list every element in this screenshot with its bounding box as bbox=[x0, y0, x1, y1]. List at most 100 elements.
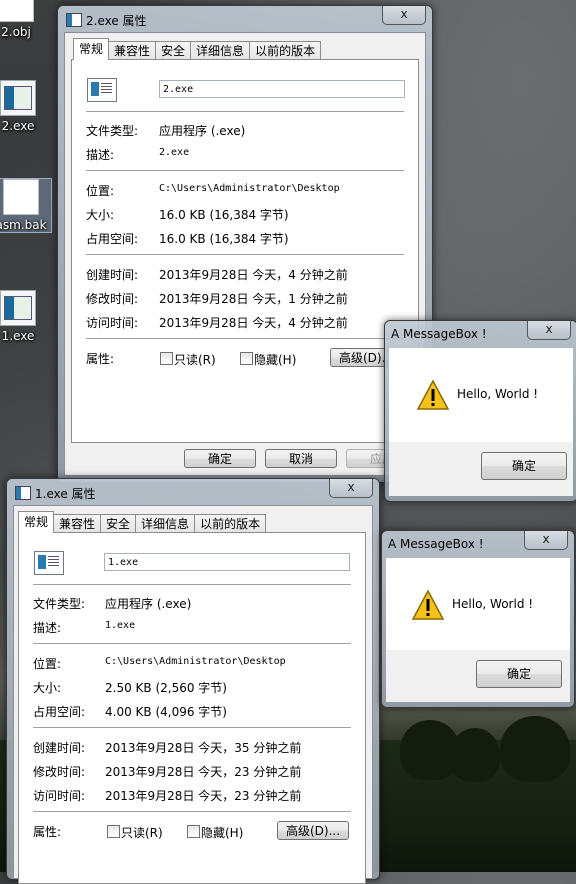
message-box: A MessageBox ! x Hello, World ! 确定 bbox=[384, 320, 576, 502]
size-row: 大小: 2.50 KB (2,560 字节) bbox=[33, 679, 353, 695]
message-text: Hello, World ! bbox=[457, 387, 539, 401]
type-value: 应用程序 (.exe) bbox=[159, 124, 246, 138]
size-label: 大小: bbox=[86, 208, 115, 222]
disk-size-value: 4.00 KB (4,096 字节) bbox=[105, 705, 227, 719]
message-box-body: Hello, World ! 确定 bbox=[386, 558, 570, 702]
tab-general[interactable]: 常规 bbox=[18, 511, 55, 533]
type-label: 文件类型: bbox=[33, 597, 86, 611]
size-label: 大小: bbox=[33, 681, 62, 695]
modified-value: 2013年9月28日 今天，1 分钟之前 bbox=[159, 292, 348, 306]
description-row: 描述: 1.exe bbox=[33, 619, 353, 635]
window-icon bbox=[15, 486, 31, 500]
tab-details[interactable]: 详细信息 bbox=[190, 41, 251, 60]
message-box-body: Hello, World ! 确定 bbox=[389, 348, 573, 496]
filename-field[interactable]: 1.exe bbox=[104, 553, 350, 571]
exe-icon bbox=[34, 551, 64, 575]
title-bar[interactable]: 2.exe 属性 x bbox=[58, 6, 432, 32]
window-icon bbox=[66, 13, 82, 27]
desktop-icon-label: 1.exe bbox=[1, 329, 35, 343]
title-bar[interactable]: A MessageBox ! x bbox=[385, 321, 576, 347]
description-value: 1.exe bbox=[105, 620, 136, 631]
tab-previous-versions[interactable]: 以前的版本 bbox=[194, 514, 267, 533]
disk-size-row: 占用空间: 4.00 KB (4,096 字节) bbox=[33, 703, 353, 719]
location-value: C:\Users\Administrator\Desktop bbox=[105, 656, 286, 667]
modified-row: 修改时间: 2013年9月28日 今天，1 分钟之前 bbox=[86, 290, 406, 306]
description-row: 描述: 2.exe bbox=[86, 146, 406, 162]
close-button[interactable]: x bbox=[524, 531, 568, 550]
disk-size-label: 占用空间: bbox=[86, 232, 139, 246]
cancel-button[interactable]: 取消 bbox=[265, 449, 337, 468]
location-row: 位置: C:\Users\Administrator\Desktop bbox=[33, 655, 353, 671]
hidden-checkbox[interactable] bbox=[187, 825, 200, 838]
separator bbox=[86, 254, 404, 255]
filename-field[interactable]: 2.exe bbox=[159, 80, 405, 98]
description-value: 2.exe bbox=[159, 147, 190, 158]
close-button[interactable]: x bbox=[329, 479, 373, 498]
general-panel: 2.exe 文件类型: 应用程序 (.exe) 描述: 2.exe 位置: C:… bbox=[71, 59, 419, 443]
readonly-label[interactable]: 只读(R) bbox=[174, 351, 216, 368]
created-value: 2013年9月28日 今天，35 分钟之前 bbox=[105, 741, 302, 755]
ok-button[interactable]: 确定 bbox=[184, 449, 256, 468]
warning-icon bbox=[412, 590, 444, 620]
desktop-icon-label: 2.exe bbox=[1, 119, 35, 133]
accessed-label: 访问时间: bbox=[33, 789, 86, 803]
desktop-icon-label: asm.bak bbox=[0, 218, 47, 232]
disk-size-row: 占用空间: 16.0 KB (16,384 字节) bbox=[86, 230, 406, 246]
tab-security[interactable]: 安全 bbox=[155, 41, 192, 60]
hidden-checkbox[interactable] bbox=[240, 352, 253, 365]
created-label: 创建时间: bbox=[33, 741, 86, 755]
tab-general[interactable]: 常规 bbox=[73, 38, 110, 60]
readonly-label[interactable]: 只读(R) bbox=[121, 824, 163, 841]
properties-window-2exe: 2.exe 属性 x 常规 兼容性 安全 详细信息 以前的版本 2.exe 文件… bbox=[57, 5, 433, 483]
file-icon bbox=[3, 179, 39, 215]
tab-security[interactable]: 安全 bbox=[100, 514, 137, 533]
modified-value: 2013年9月28日 今天，23 分钟之前 bbox=[105, 765, 302, 779]
size-value: 2.50 KB (2,560 字节) bbox=[105, 681, 227, 695]
dialog-body: 常规 兼容性 安全 详细信息 以前的版本 2.exe 文件类型: 应用程序 (.… bbox=[64, 32, 426, 476]
desktop-icon-label: 2.obj bbox=[1, 25, 31, 39]
tab-details[interactable]: 详细信息 bbox=[135, 514, 196, 533]
desktop-icon-1exe[interactable]: 1.exe bbox=[0, 290, 48, 343]
type-value: 应用程序 (.exe) bbox=[105, 597, 192, 611]
accessed-value: 2013年9月28日 今天，4 分钟之前 bbox=[159, 316, 348, 330]
tree-silhouette bbox=[500, 716, 570, 782]
hidden-label[interactable]: 隐藏(H) bbox=[201, 824, 243, 841]
size-row: 大小: 16.0 KB (16,384 字节) bbox=[86, 206, 406, 222]
exe-icon bbox=[0, 290, 36, 326]
modified-label: 修改时间: bbox=[33, 765, 86, 779]
readonly-checkbox[interactable] bbox=[160, 352, 173, 365]
ok-button[interactable]: 确定 bbox=[476, 660, 562, 688]
separator bbox=[86, 170, 404, 171]
ok-button[interactable]: 确定 bbox=[481, 452, 567, 480]
tab-compatibility[interactable]: 兼容性 bbox=[53, 514, 102, 533]
message-box: A MessageBox ! x Hello, World ! 确定 bbox=[381, 530, 575, 708]
attributes-label: 属性: bbox=[86, 352, 115, 366]
tab-previous-versions[interactable]: 以前的版本 bbox=[249, 41, 322, 60]
desktop-icon-asmbak[interactable]: asm.bak bbox=[0, 178, 52, 233]
close-button[interactable]: x bbox=[382, 6, 426, 25]
message-box-title: A MessageBox ! bbox=[388, 537, 484, 551]
separator bbox=[33, 811, 351, 812]
separator bbox=[33, 727, 351, 728]
location-label: 位置: bbox=[86, 184, 115, 198]
properties-window-1exe: 1.exe 属性 x 常规 兼容性 安全 详细信息 以前的版本 1.exe 文件… bbox=[6, 478, 380, 884]
disk-size-label: 占用空间: bbox=[33, 705, 86, 719]
size-value: 16.0 KB (16,384 字节) bbox=[159, 208, 289, 222]
general-panel: 1.exe 文件类型: 应用程序 (.exe) 描述: 1.exe 位置: C:… bbox=[18, 532, 366, 884]
dialog-body: 常规 兼容性 安全 详细信息 以前的版本 1.exe 文件类型: 应用程序 (.… bbox=[13, 505, 373, 884]
warning-icon bbox=[417, 380, 449, 410]
type-row: 文件类型: 应用程序 (.exe) bbox=[33, 595, 353, 611]
advanced-button[interactable]: 高级(D)... bbox=[277, 821, 349, 840]
created-row: 创建时间: 2013年9月28日 今天，35 分钟之前 bbox=[33, 739, 353, 755]
hidden-label[interactable]: 隐藏(H) bbox=[254, 351, 296, 368]
title-bar[interactable]: 1.exe 属性 x bbox=[7, 479, 379, 505]
separator bbox=[33, 643, 351, 644]
desktop-icon-2obj[interactable]: 2.obj bbox=[0, 0, 46, 39]
desktop-icon-2exe[interactable]: 2.exe bbox=[0, 80, 48, 133]
separator bbox=[33, 584, 351, 585]
readonly-checkbox[interactable] bbox=[107, 825, 120, 838]
title-bar[interactable]: A MessageBox ! x bbox=[382, 531, 574, 557]
accessed-value: 2013年9月28日 今天，23 分钟之前 bbox=[105, 789, 302, 803]
close-button[interactable]: x bbox=[527, 321, 571, 340]
tab-compatibility[interactable]: 兼容性 bbox=[108, 41, 157, 60]
